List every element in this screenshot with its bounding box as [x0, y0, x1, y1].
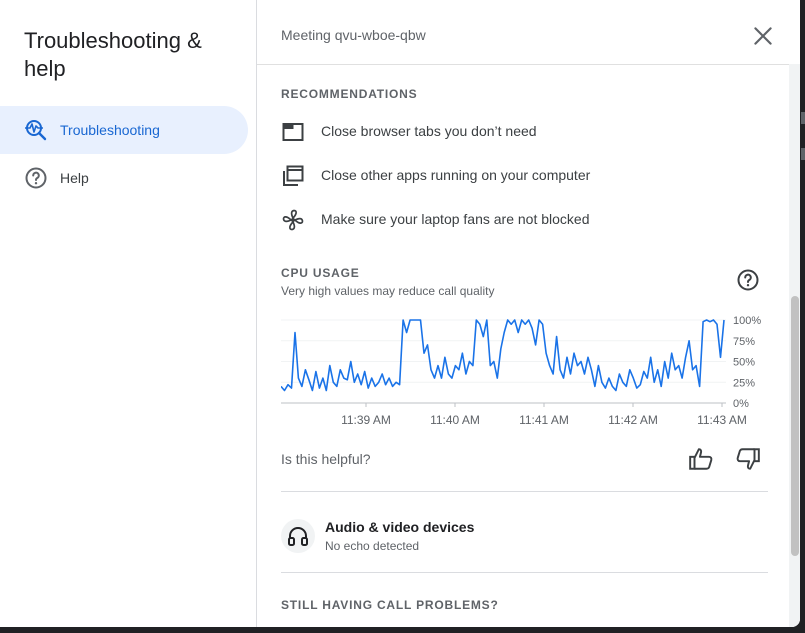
- chart-xtick-label: 11:41 AM: [519, 413, 569, 427]
- chart-ytick-label: 25%: [733, 377, 755, 389]
- thumb-down-icon[interactable]: [735, 446, 761, 472]
- background-strip-mark: [801, 112, 805, 124]
- cpu-usage-subtitle: Very high values may reduce call quality: [281, 284, 495, 298]
- devices-title[interactable]: Audio & video devices: [325, 519, 474, 535]
- devices-icon-badge: [281, 519, 315, 553]
- sidebar-item-troubleshooting[interactable]: Troubleshooting: [0, 106, 248, 154]
- helpful-question: Is this helpful?: [281, 451, 371, 467]
- sidebar-item-help[interactable]: Help: [0, 154, 248, 202]
- app-windows-icon: [283, 165, 304, 186]
- close-icon[interactable]: [750, 23, 776, 49]
- chart-xtick-label: 11:40 AM: [430, 413, 480, 427]
- headset-icon: [288, 527, 308, 546]
- content-area: RECOMMENDATIONS Close browser tabs you d…: [257, 65, 788, 627]
- troubleshooting-dialog: Troubleshooting & help Troubleshooting H…: [0, 0, 800, 627]
- chart-xtick-label: 11:39 AM: [341, 413, 391, 427]
- sidebar: Troubleshooting & help Troubleshooting H…: [0, 0, 257, 627]
- chart-ytick-label: 75%: [733, 336, 755, 348]
- chart-ytick-label: 0%: [733, 398, 749, 410]
- chart-ytick-labels: 100% 75% 50% 25% 0%: [733, 315, 761, 410]
- background-strip-mark: [801, 148, 805, 160]
- chart-ytick-label: 100%: [733, 315, 761, 327]
- recommendations-label: RECOMMENDATIONS: [281, 87, 418, 101]
- recommendation-text: Make sure your laptop fans are not block…: [321, 211, 590, 227]
- sidebar-item-label: Troubleshooting: [60, 122, 160, 138]
- still-problems-label: STILL HAVING CALL PROBLEMS?: [281, 598, 499, 612]
- sidebar-title: Troubleshooting & help: [24, 28, 202, 81]
- recommendation-item: Close browser tabs you don’t need: [281, 118, 761, 146]
- troubleshooting-icon: [25, 120, 47, 141]
- recommendation-item: Make sure your laptop fans are not block…: [281, 206, 761, 234]
- help-circle-icon[interactable]: [736, 268, 760, 292]
- cpu-usage-label: CPU USAGE: [281, 266, 360, 280]
- main-panel: Meeting qvu-wboe-qbw RECOMMENDATIONS Clo…: [257, 0, 800, 627]
- devices-status: No echo detected: [325, 539, 420, 553]
- chart-xtick-label: 11:42 AM: [608, 413, 658, 427]
- divider: [281, 491, 768, 492]
- thumb-up-icon[interactable]: [688, 446, 714, 472]
- meeting-title: Meeting qvu-wboe-qbw: [281, 27, 426, 43]
- scrollbar-thumb[interactable]: [791, 296, 799, 556]
- browser-tab-icon: [282, 123, 304, 141]
- chart-series: [281, 319, 725, 392]
- header: Meeting qvu-wboe-qbw: [257, 0, 800, 65]
- help-circle-icon: [25, 167, 47, 189]
- sidebar-item-label: Help: [60, 170, 89, 186]
- chart-xtick-labels: 11:39 AM 11:40 AM 11:41 AM 11:42 AM 11:43 AM: [341, 413, 747, 427]
- cpu-usage-chart: 100% 75% 50% 25% 0% 11:39 AM 11:40 AM 11:41 AM…: [281, 315, 761, 427]
- recommendation-item: Close other apps running on your compute…: [281, 162, 761, 190]
- chart-series-line: [281, 319, 725, 392]
- fan-icon: [282, 209, 304, 231]
- chart-xtick-label: 11:43 AM: [697, 413, 747, 427]
- divider: [281, 572, 768, 573]
- chart-ytick-label: 50%: [733, 357, 755, 369]
- recommendation-text: Close browser tabs you don’t need: [321, 123, 537, 139]
- recommendation-text: Close other apps running on your compute…: [321, 167, 591, 183]
